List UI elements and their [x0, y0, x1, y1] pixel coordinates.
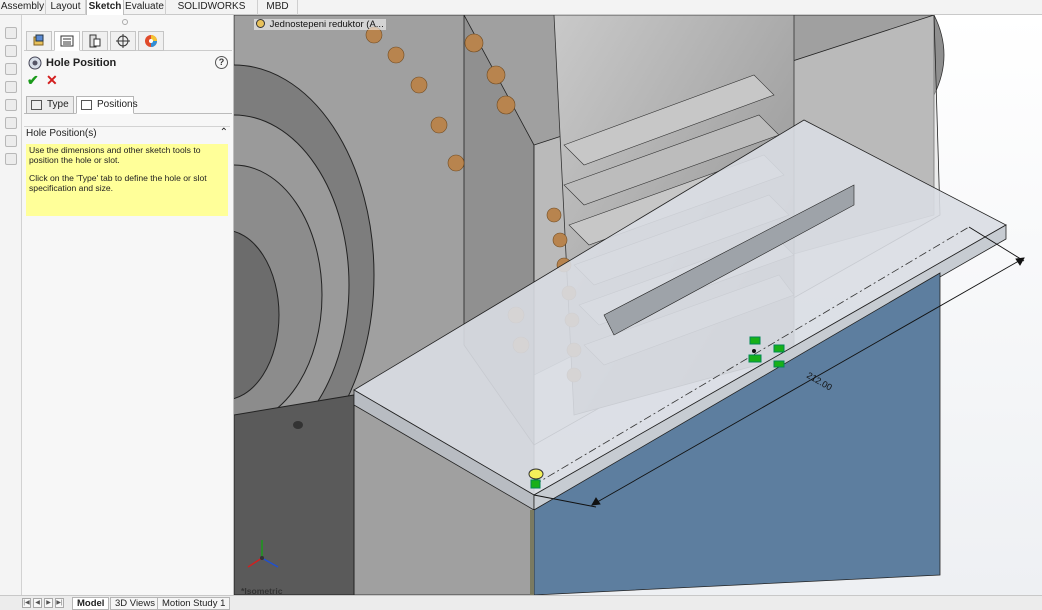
tab-assembly[interactable]: Assembly	[0, 0, 46, 15]
sketch-tool-icon[interactable]	[5, 99, 17, 111]
prev-tab-icon[interactable]: ◀	[33, 598, 42, 608]
tab-type-label: Type	[47, 99, 69, 110]
cancel-button[interactable]: ✕	[46, 73, 60, 87]
tab-motion-study[interactable]: Motion Study 1	[157, 597, 231, 610]
configuration-manager-tab[interactable]	[82, 31, 108, 51]
hint-text: Click on the 'Type' tab to define the ho…	[29, 173, 207, 193]
group-header-hole-positions[interactable]: Hole Position(s) ⌃	[26, 127, 230, 142]
tab-evaluate[interactable]: Evaluate	[124, 0, 166, 15]
tab-solidworks-addins[interactable]: SOLIDWORKS Add-Ins	[166, 0, 258, 26]
hole-position-icon	[81, 100, 92, 110]
configuration-icon	[89, 34, 101, 48]
feature-tree-tab[interactable]	[26, 31, 52, 51]
sketch-tool-icon[interactable]	[5, 45, 17, 57]
sketch-tool-icon[interactable]	[5, 117, 17, 129]
last-tab-icon[interactable]: ▶|	[55, 598, 64, 608]
tab-mbd[interactable]: MBD	[258, 0, 298, 15]
tab-model[interactable]: Model	[72, 597, 110, 610]
heads-up-view-toolbar	[580, 15, 746, 16]
document-name-label: Jednostepeni reduktor (A...	[269, 19, 384, 30]
divider	[24, 126, 230, 127]
sketch-tool-icon[interactable]	[5, 153, 17, 165]
tab-3d-views[interactable]: 3D Views	[110, 597, 160, 610]
hint-message-box: Use the dimensions and other sketch tool…	[26, 144, 228, 216]
tab-scroll-arrows: |◀ ◀ ▶ ▶|	[22, 598, 68, 609]
tab-positions[interactable]: Positions	[76, 96, 138, 114]
dimxpert-tab[interactable]	[110, 31, 136, 51]
orientation-label: *Isometric	[241, 586, 283, 595]
command-manager-tabs: Assembly Layout Sketch Evaluate SOLIDWOR…	[0, 0, 1042, 26]
sketch-tool-icon[interactable]	[5, 81, 17, 93]
sketch-tool-icon[interactable]	[5, 135, 17, 147]
page-title: Hole Position	[46, 57, 117, 69]
tab-positions-label: Positions	[97, 99, 138, 110]
chevron-up-icon[interactable]: ⌃	[220, 127, 228, 138]
hole-wizard-icon	[28, 56, 42, 70]
bottom-tab-bar: |◀ ◀ ▶ ▶| Model 3D Views Motion Study 1	[0, 595, 1042, 610]
left-tool-strip	[0, 15, 22, 595]
graphics-viewport[interactable]: 212.00 Jednostepeni reduktor (A... *Isom…	[234, 15, 1042, 595]
check-icon: ✔	[27, 72, 39, 88]
hole-subtabs: Type Positions	[24, 95, 232, 114]
property-list-icon	[60, 35, 74, 47]
property-manager-panel: Hole Position ? ✔ ✕ Type Positions Hole …	[22, 15, 234, 595]
assembly-icon	[256, 19, 265, 28]
assembly-icon	[33, 34, 44, 46]
bolt-hole	[293, 421, 303, 429]
model-view[interactable]: 212.00	[234, 15, 1042, 595]
panel-splitter-handle[interactable]	[122, 19, 128, 25]
hole-type-icon	[31, 100, 42, 110]
tab-layout[interactable]: Layout	[46, 0, 86, 15]
next-tab-icon[interactable]: ▶	[44, 598, 53, 608]
crosshair-icon	[116, 34, 130, 48]
appearance-icon	[145, 35, 157, 47]
support-box-left	[530, 510, 534, 595]
tab-sketch[interactable]: Sketch	[86, 0, 124, 15]
close-icon: ✕	[46, 72, 58, 88]
sketch-tool-icon[interactable]	[5, 27, 17, 39]
help-icon[interactable]: ?	[215, 56, 228, 69]
display-manager-tab[interactable]	[138, 31, 164, 51]
feature-manager-tabs	[24, 31, 232, 51]
property-manager-tab[interactable]	[54, 31, 80, 51]
hint-text: Use the dimensions and other sketch tool…	[29, 145, 201, 165]
tab-type[interactable]: Type	[26, 96, 74, 114]
sketch-tool-icon[interactable]	[5, 63, 17, 75]
group-title: Hole Position(s)	[26, 128, 97, 139]
ok-button[interactable]: ✔	[27, 73, 41, 87]
document-name[interactable]: Jednostepeni reduktor (A...	[254, 19, 386, 30]
property-manager-title: Hole Position ?	[26, 55, 230, 73]
first-tab-icon[interactable]: |◀	[22, 598, 31, 608]
